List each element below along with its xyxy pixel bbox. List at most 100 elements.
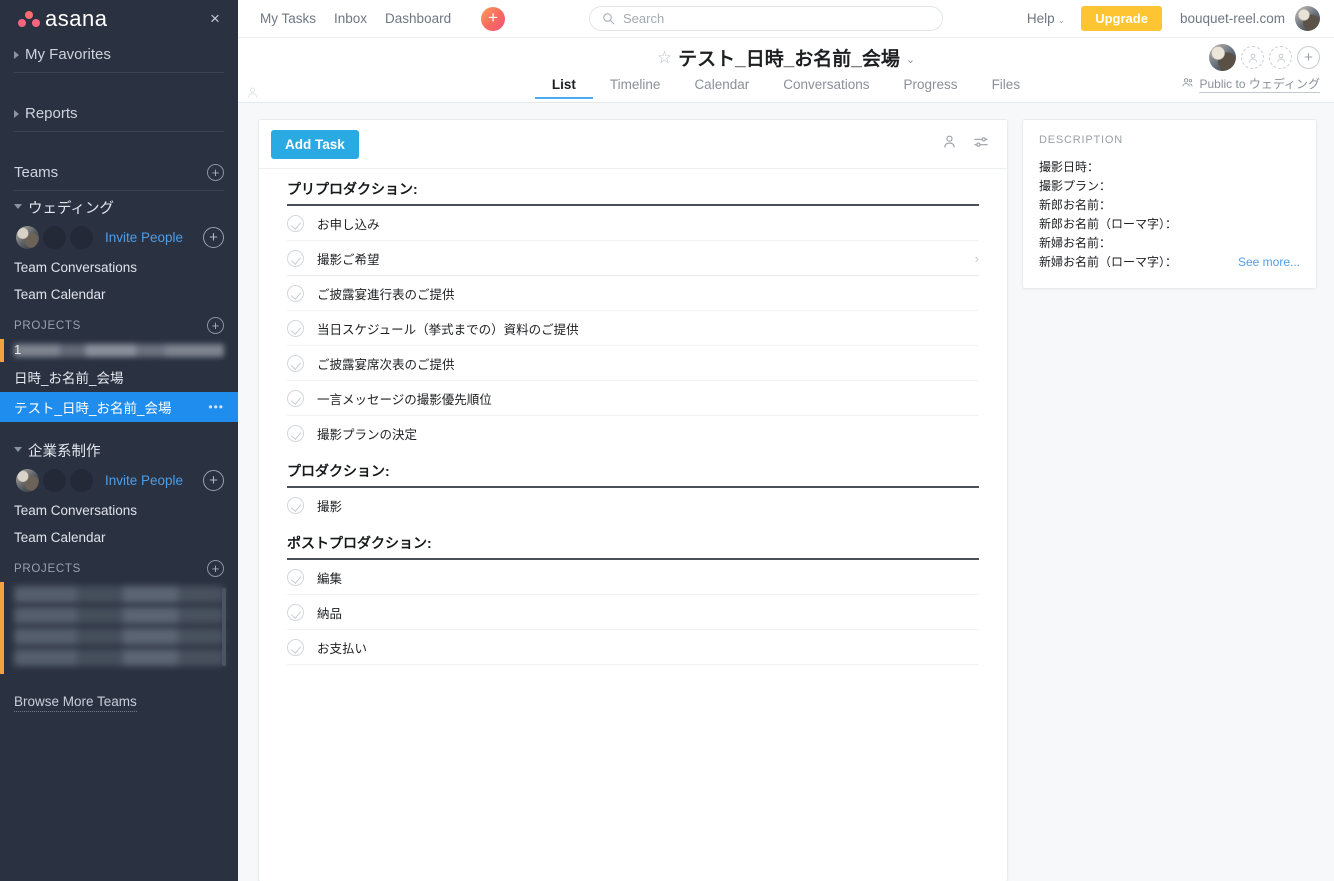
workspace-name[interactable]: bouquet-reel.com: [1180, 11, 1285, 26]
reports-label: Reports: [25, 105, 78, 122]
chevron-right-icon[interactable]: ›: [975, 251, 979, 266]
upgrade-button[interactable]: Upgrade: [1081, 6, 1162, 31]
complete-task-checkbox[interactable]: [287, 638, 304, 656]
assignee-filter-icon[interactable]: [942, 134, 957, 154]
complete-task-checkbox[interactable]: [287, 214, 304, 232]
redacted-text: [14, 628, 224, 645]
team-name: 企業系制作: [28, 444, 101, 460]
description-line: 撮影プラン：: [1039, 179, 1112, 193]
tab-conversations[interactable]: Conversations: [766, 77, 886, 99]
user-avatar[interactable]: [1295, 6, 1320, 31]
table-row[interactable]: お支払い: [287, 630, 979, 665]
project-item-redacted[interactable]: 1: [0, 339, 238, 362]
table-row[interactable]: 編集: [287, 560, 979, 595]
table-row[interactable]: 撮影ご希望 ›: [287, 241, 979, 276]
task-name: お申し込み: [317, 217, 380, 232]
complete-task-checkbox[interactable]: [287, 389, 304, 407]
help-menu[interactable]: Help ⌄: [1027, 11, 1065, 26]
description-line: 撮影日時：: [1039, 160, 1100, 174]
projects-label: PROJECTS: [14, 562, 81, 575]
chevron-down-icon[interactable]: ⌄: [906, 53, 915, 66]
table-row[interactable]: 納品: [287, 595, 979, 630]
nav-dashboard[interactable]: Dashboard: [385, 11, 469, 26]
page-title: テスト_日時_お名前_会場: [678, 49, 900, 70]
tab-list[interactable]: List: [534, 77, 593, 99]
avatar[interactable]: [43, 469, 66, 492]
favorite-star-icon[interactable]: ☆: [657, 48, 672, 68]
nav-inbox[interactable]: Inbox: [334, 11, 385, 26]
team-header-corporate[interactable]: 企業系制作: [0, 434, 238, 464]
add-project-icon[interactable]: +: [207, 317, 224, 334]
sidebar-item-my-favorites[interactable]: My Favorites: [14, 38, 224, 73]
tab-calendar[interactable]: Calendar: [677, 77, 766, 99]
privacy-label[interactable]: Public to ウェディング: [1199, 75, 1320, 93]
task-name: 撮影プランの決定: [317, 427, 418, 442]
invite-people-link[interactable]: Invite People: [105, 230, 203, 245]
description-line: 新婦お名前（ローマ字）：: [1039, 255, 1178, 269]
team-calendar-link[interactable]: Team Calendar: [0, 281, 238, 308]
sidebar-item-reports[interactable]: Reports: [14, 97, 224, 132]
team-header-wedding[interactable]: ウェディング: [0, 191, 238, 221]
tab-progress[interactable]: Progress: [887, 77, 975, 99]
complete-task-checkbox[interactable]: [287, 249, 304, 267]
team-conversations-link[interactable]: Team Conversations: [0, 254, 238, 281]
avatar[interactable]: [70, 226, 93, 249]
redacted-text: [14, 607, 224, 624]
table-row[interactable]: 撮影: [287, 488, 979, 523]
team-conversations-link[interactable]: Team Conversations: [0, 497, 238, 524]
avatar[interactable]: [1209, 44, 1236, 71]
table-row[interactable]: お申し込み: [287, 206, 979, 241]
quick-add-button[interactable]: +: [481, 6, 506, 31]
browse-more-teams-link[interactable]: Browse More Teams: [14, 694, 137, 712]
team-calendar-link[interactable]: Team Calendar: [0, 524, 238, 551]
see-more-link[interactable]: See more...: [1238, 253, 1300, 272]
complete-task-checkbox[interactable]: [287, 319, 304, 337]
project-menu-icon[interactable]: •••: [208, 400, 224, 414]
add-task-button[interactable]: Add Task: [271, 129, 359, 159]
sort-filter-icon[interactable]: [973, 135, 989, 154]
avatar[interactable]: [43, 226, 66, 249]
add-member-icon[interactable]: +: [203, 227, 224, 248]
asana-logo[interactable]: asana: [18, 6, 107, 32]
project-list-redacted[interactable]: [0, 582, 238, 674]
nav-my-tasks[interactable]: My Tasks: [260, 11, 334, 26]
complete-task-checkbox[interactable]: [287, 284, 304, 302]
project-privacy[interactable]: Public to ウェディング: [1181, 75, 1320, 93]
table-row[interactable]: ご披露宴席次表のご提供: [287, 346, 979, 381]
add-team-icon[interactable]: +: [207, 164, 224, 181]
table-row[interactable]: ご披露宴進行表のご提供: [287, 276, 979, 311]
project-item-test-selected[interactable]: テスト_日時_お名前_会場 •••: [0, 392, 238, 422]
description-line: 新郎お名前（ローマ字）：: [1039, 217, 1178, 231]
complete-task-checkbox[interactable]: [287, 424, 304, 442]
close-sidebar-icon[interactable]: ×: [206, 10, 224, 28]
ghost-member-icon[interactable]: [1241, 46, 1264, 69]
complete-task-checkbox[interactable]: [287, 496, 304, 514]
sidebar-header: asana ×: [0, 0, 238, 38]
table-row[interactable]: 一言メッセージの撮影優先順位: [287, 381, 979, 416]
avatar[interactable]: [70, 469, 93, 492]
add-project-icon[interactable]: +: [207, 560, 224, 577]
add-member-button[interactable]: +: [1297, 46, 1320, 69]
search-area: Search: [505, 6, 1027, 31]
description-last-line-row: 新婦お名前（ローマ字）： See more...: [1039, 253, 1300, 272]
chevron-down-icon: [14, 447, 22, 456]
add-member-icon[interactable]: +: [203, 470, 224, 491]
complete-task-checkbox[interactable]: [287, 568, 304, 586]
sidebar-scrollbar[interactable]: [222, 588, 226, 666]
tab-timeline[interactable]: Timeline: [593, 77, 678, 99]
avatar[interactable]: [16, 226, 39, 249]
ghost-member-icon[interactable]: [1269, 46, 1292, 69]
complete-task-checkbox[interactable]: [287, 603, 304, 621]
table-row[interactable]: 当日スケジュール（挙式までの）資料のご提供: [287, 311, 979, 346]
table-row[interactable]: 撮影プランの決定: [287, 416, 979, 451]
avatar[interactable]: [16, 469, 39, 492]
invite-people-link[interactable]: Invite People: [105, 473, 203, 488]
sidebar-teams-header: Teams +: [14, 156, 224, 191]
tab-files[interactable]: Files: [975, 77, 1038, 99]
description-card: DESCRIPTION 撮影日時： 撮影プラン： 新郎お名前： 新郎お名前（ロー…: [1022, 119, 1317, 289]
complete-task-checkbox[interactable]: [287, 354, 304, 372]
project-item-hidatetsu[interactable]: 日時_お名前_会場: [0, 362, 238, 392]
search-input[interactable]: Search: [588, 6, 943, 31]
description-line: 新郎お名前：: [1039, 198, 1112, 212]
